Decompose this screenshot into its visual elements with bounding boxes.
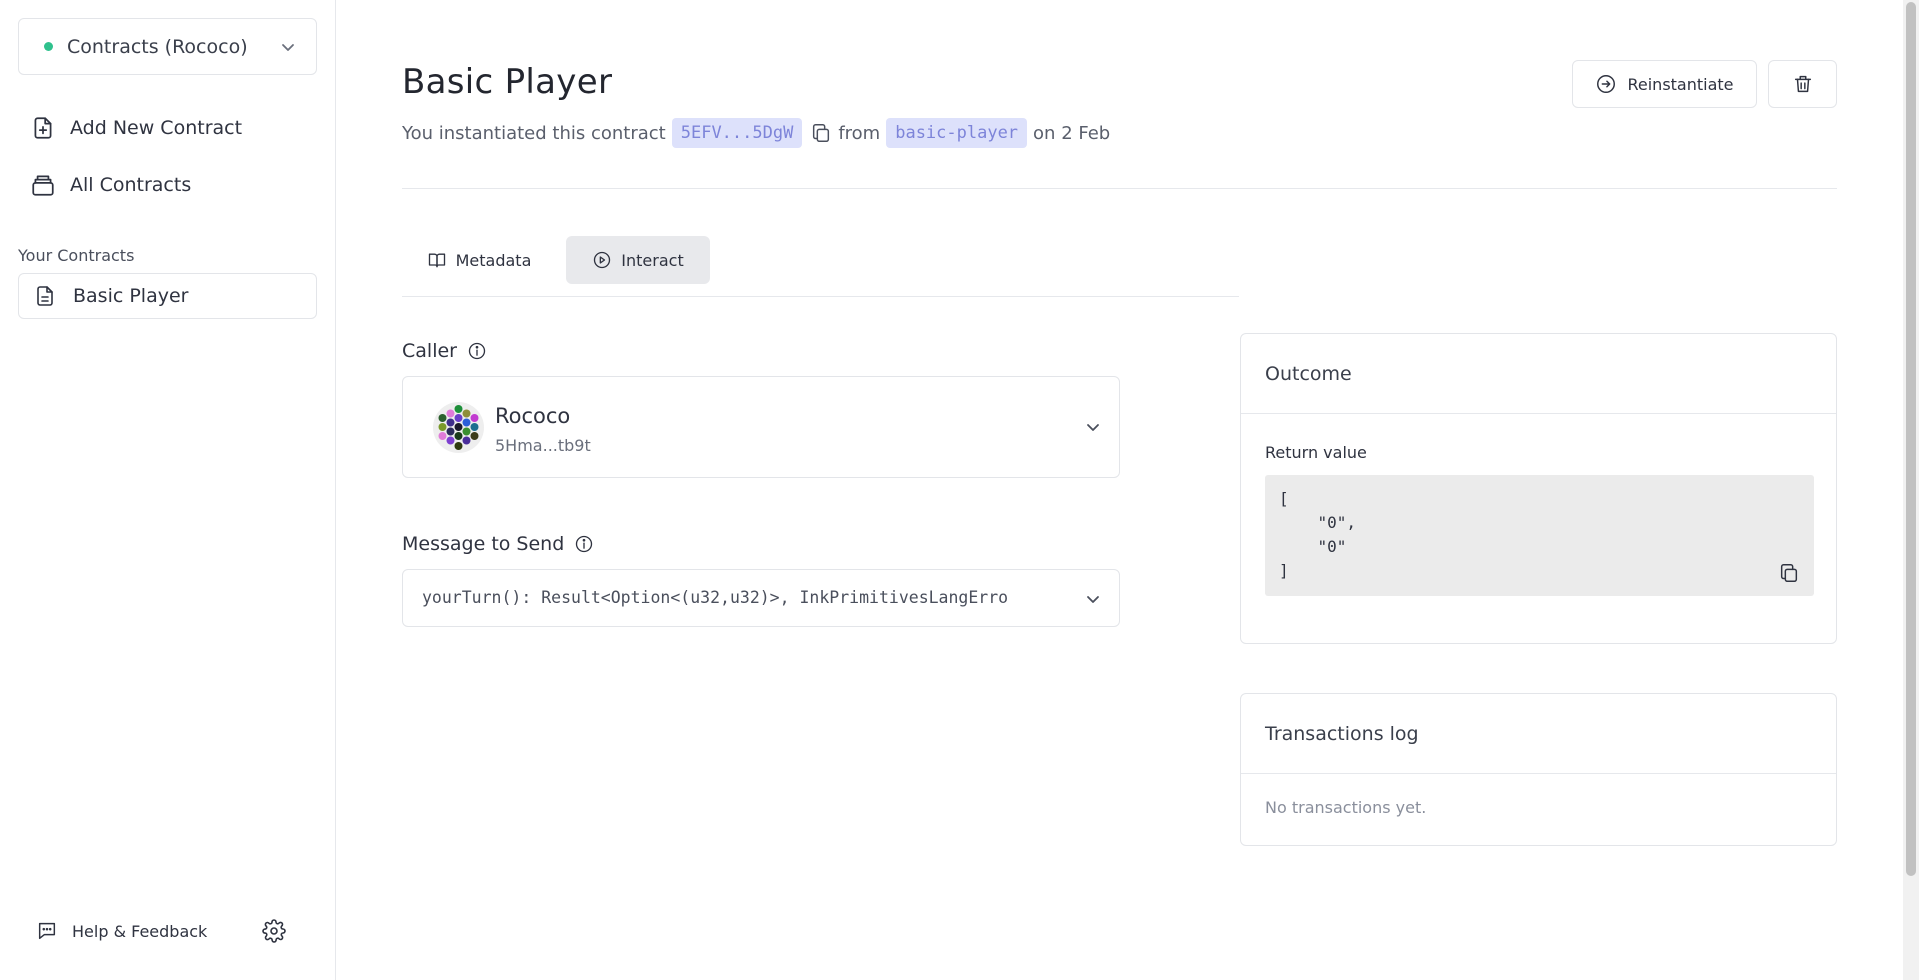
book-icon xyxy=(428,253,445,268)
return-value-label: Return value xyxy=(1265,443,1367,462)
info-icon[interactable] xyxy=(467,341,487,361)
file-plus-icon xyxy=(34,117,52,139)
tab-metadata[interactable]: Metadata xyxy=(402,236,556,284)
message-label-text: Message to Send xyxy=(402,533,565,555)
stack-icon xyxy=(32,175,54,196)
sidebar-item-basic-player[interactable]: Basic Player xyxy=(18,273,317,319)
caller-account-address: 5Hma...tb9t xyxy=(495,436,591,455)
header-divider xyxy=(402,188,1837,189)
message-select[interactable]: yourTurn(): Result<Option<(u32,u32)>, In… xyxy=(402,569,1120,627)
delete-button[interactable] xyxy=(1768,60,1837,108)
return-value-text: [ "0", "0" ] xyxy=(1279,489,1357,580)
caller-account-select[interactable]: Rococo 5Hma...tb9t xyxy=(402,376,1120,478)
tab-interact[interactable]: Interact xyxy=(566,236,710,284)
tab-metadata-label: Metadata xyxy=(455,250,532,270)
outcome-title: Outcome xyxy=(1241,334,1836,414)
transactions-log-card: Transactions log No transactions yet. xyxy=(1240,693,1837,846)
instantiation-date: on 2 Feb xyxy=(1033,122,1111,144)
arrow-right-circle-icon xyxy=(1597,75,1616,93)
message-label: Message to Send xyxy=(402,533,594,555)
subtitle-prefix: You instantiated this contract xyxy=(402,122,666,144)
help-feedback-link[interactable]: Help & Feedback xyxy=(36,920,207,942)
chevron-down-icon xyxy=(1087,424,1099,431)
chevron-down-icon xyxy=(282,43,294,51)
transactions-log-title: Transactions log xyxy=(1241,694,1836,774)
code-name-badge: basic-player xyxy=(886,118,1028,148)
add-new-contract-label: Add New Contract xyxy=(70,117,243,139)
network-status-dot xyxy=(44,42,53,51)
copy-icon[interactable] xyxy=(810,122,832,144)
tab-interact-label: Interact xyxy=(621,250,684,270)
chevron-down-icon xyxy=(1087,596,1099,603)
chat-icon xyxy=(38,922,56,940)
your-contracts-heading: Your Contracts xyxy=(18,246,135,265)
return-value-box: [ "0", "0" ] xyxy=(1265,475,1814,596)
network-label: Contracts (Rococo) xyxy=(67,35,248,58)
all-contracts-label: All Contracts xyxy=(70,174,192,196)
help-feedback-label: Help & Feedback xyxy=(72,921,208,941)
contract-name: Basic Player xyxy=(73,285,189,307)
add-new-contract-link[interactable]: Add New Contract xyxy=(30,115,242,141)
from-text: from xyxy=(838,122,881,144)
reinstantiate-button[interactable]: Reinstantiate xyxy=(1572,60,1757,108)
contract-subtitle: You instantiated this contract 5EFV...5D… xyxy=(402,116,1110,150)
caller-label-text: Caller xyxy=(402,340,457,362)
tabs-divider xyxy=(402,296,1239,297)
gear-icon[interactable] xyxy=(262,919,286,943)
caller-label: Caller xyxy=(402,340,487,362)
document-icon xyxy=(37,286,53,306)
network-selector[interactable]: Contracts (Rococo) xyxy=(18,18,317,75)
trash-icon xyxy=(1794,75,1811,93)
contract-address-badge: 5EFV...5DgW xyxy=(671,118,803,148)
sidebar: Contracts (Rococo) Add New Contract All … xyxy=(0,0,336,980)
account-identicon xyxy=(433,402,484,453)
page-title: Basic Player xyxy=(402,62,613,102)
transactions-empty-text: No transactions yet. xyxy=(1265,798,1427,817)
caller-account-name: Rococo xyxy=(495,404,571,428)
scrollbar-thumb[interactable] xyxy=(1906,2,1916,876)
copy-icon[interactable] xyxy=(1778,562,1800,584)
reinstantiate-label: Reinstantiate xyxy=(1627,74,1734,94)
play-circle-icon xyxy=(594,251,611,269)
selected-message: yourTurn(): Result<Option<(u32,u32)>, In… xyxy=(422,588,1009,607)
info-icon[interactable] xyxy=(574,534,594,554)
outcome-card: Outcome Return value [ "0", "0" ] xyxy=(1240,333,1837,644)
all-contracts-link[interactable]: All Contracts xyxy=(30,172,191,198)
